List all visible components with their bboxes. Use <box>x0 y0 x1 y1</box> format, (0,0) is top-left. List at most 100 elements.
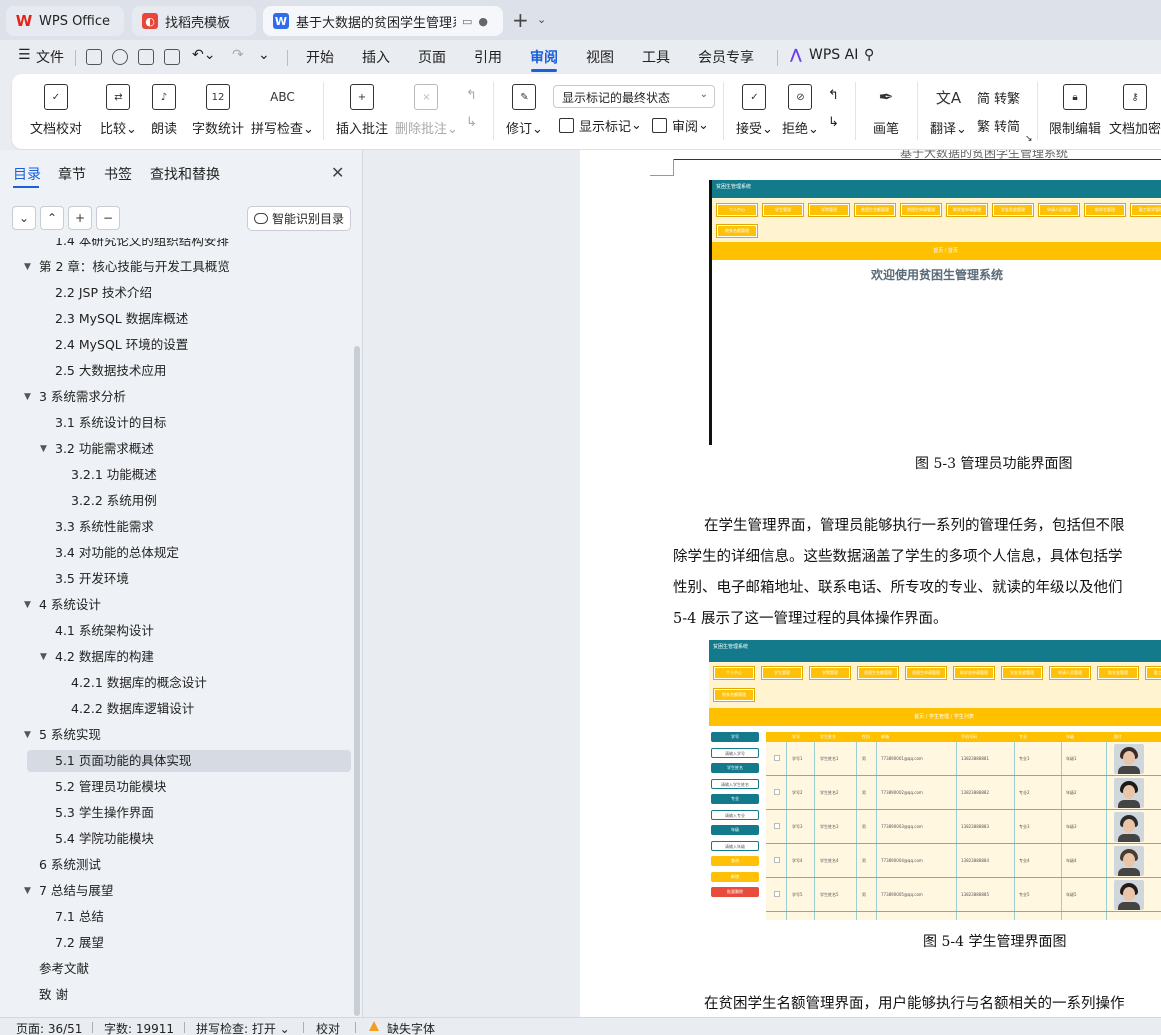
expand-down-icon[interactable]: ⌄ <box>12 206 36 230</box>
toc-item[interactable]: 3.1 系统设计的目标 <box>0 412 352 434</box>
expand-arrow-icon[interactable]: ▼ <box>24 880 31 902</box>
toc-item[interactable]: 参考文献 <box>0 958 352 980</box>
hamburger-icon[interactable]: ☰ <box>18 47 31 63</box>
accept-button[interactable]: ✓ 接受⌄ <box>736 84 773 142</box>
toc-item[interactable]: 2.4 MySQL 环境的设置 <box>0 334 352 356</box>
translate-button[interactable]: 文A 翻译⌄ <box>930 84 967 142</box>
review-pane-button[interactable]: 审阅 ⌄ <box>652 116 709 135</box>
expand-arrow-icon[interactable]: ▼ <box>24 594 31 616</box>
page-indicator[interactable]: 页面: 36/51 <box>16 1020 82 1035</box>
nav-tab-sections[interactable]: 章节 <box>58 164 86 184</box>
proofread-button[interactable]: ✓ 文档校对 <box>30 84 82 142</box>
word-count-indicator[interactable]: 字数: 19911 <box>104 1020 174 1035</box>
expand-arrow-icon[interactable]: ▼ <box>24 724 31 746</box>
menu-file[interactable]: 文件 <box>36 47 64 67</box>
nav-scrollbar[interactable] <box>354 346 360 1016</box>
print-icon[interactable] <box>138 49 154 65</box>
spell-check-status[interactable]: 拼写检查: 打开 ⌄ <box>196 1020 290 1035</box>
expand-arrow-icon[interactable]: ▼ <box>40 438 47 460</box>
menu-member[interactable]: 会员专享 <box>698 47 754 67</box>
delete-comment-button[interactable]: × 删除批注⌄ <box>395 84 458 142</box>
insert-comment-button[interactable]: + 插入批注 <box>336 84 388 142</box>
smart-toc-button[interactable]: 智能识别目录 <box>247 206 351 231</box>
document-page[interactable]: 基于大数据的贫困学生管理系统 贫困生管理系统 个人中心 学生管理 学院管理 贫困生名额… <box>580 150 1161 1017</box>
toc-item[interactable]: 3.2.1 功能概述 <box>0 464 352 486</box>
tab-docer-templates[interactable]: ◐ 找稻壳模板 <box>132 6 256 36</box>
toc-item[interactable]: 7.1 总结 <box>0 906 352 928</box>
nav-tab-bookmarks[interactable]: 书签 <box>104 164 132 184</box>
toc-item[interactable]: 5.3 学生操作界面 <box>0 802 352 824</box>
toc-item[interactable]: 5.4 学院功能模块 <box>0 828 352 850</box>
tab-current-document[interactable]: W 基于大数据的贫困学生管理系统 ▭ ● <box>263 6 503 36</box>
menu-home[interactable]: 开始 <box>306 47 334 67</box>
toc-item[interactable]: 4.2.1 数据库的概念设计 <box>0 672 352 694</box>
compare-button[interactable]: ⇄ 比较⌄ <box>100 84 137 142</box>
restrict-editing-button[interactable]: 🔒︎ 限制编辑 <box>1049 84 1101 142</box>
new-tab-plus-icon[interactable]: + <box>512 10 529 30</box>
toc-item[interactable]: 3.3 系统性能需求 <box>0 516 352 538</box>
toc-item[interactable]: 1.4 本研究论文的组织结构安排 <box>0 238 352 252</box>
expand-arrow-icon[interactable]: ▼ <box>24 386 31 408</box>
toc-item[interactable]: 4.2.2 数据库逻辑设计 <box>0 698 352 720</box>
toc-item[interactable]: ▼ 第 2 章：核心技能与开发工具概览 <box>0 256 352 278</box>
tab-wps-office[interactable]: W WPS Office <box>6 6 124 36</box>
menu-wps-ai[interactable]: WPS AI <box>809 47 858 63</box>
toc-item[interactable]: 5.2 管理员功能模块 <box>0 776 352 798</box>
toc-item[interactable]: 3.4 对功能的总体规定 <box>0 542 352 564</box>
toc-item[interactable]: 3.2.2 系统用例 <box>0 490 352 512</box>
to-traditional-button[interactable]: 简 转繁 <box>977 88 1020 107</box>
ink-button[interactable]: ✒ 画笔 <box>873 84 899 142</box>
quick-access-more-icon[interactable]: ⌄ <box>258 47 270 63</box>
toc-item[interactable]: 5.1 页面功能的具体实现 <box>0 750 352 772</box>
toc-item[interactable]: ▼ 4 系统设计 <box>0 594 352 616</box>
tab-list-chevron-icon[interactable]: ⌄ <box>537 13 546 26</box>
toc-item[interactable]: ▼ 3.2 功能需求概述 <box>0 438 352 460</box>
toc-item[interactable]: 6 系统测试 <box>0 854 352 876</box>
spell-check-button[interactable]: ABC 拼写检查⌄ <box>251 84 314 142</box>
previous-comment-icon[interactable]: ↰ <box>466 88 477 103</box>
track-changes-button[interactable]: ✎ 修订⌄ <box>506 84 543 142</box>
nav-tab-find-replace[interactable]: 查找和替换 <box>150 164 220 184</box>
search-icon[interactable]: ⚲ <box>864 47 874 63</box>
add-heading-icon[interactable]: + <box>68 206 92 230</box>
encrypt-button[interactable]: ⚷ 文档加密 <box>1109 84 1161 142</box>
toc-item[interactable]: 2.2 JSP 技术介绍 <box>0 282 352 304</box>
collapse-up-icon[interactable]: ⌃ <box>40 206 64 230</box>
word-count-button[interactable]: 12 字数统计 <box>192 84 244 142</box>
menu-review[interactable]: 审阅 <box>530 47 558 67</box>
missing-font-status[interactable]: 缺失字体 <box>387 1020 435 1035</box>
toc-item[interactable]: 2.5 大数据技术应用 <box>0 360 352 382</box>
previous-change-icon[interactable]: ↰ <box>828 88 839 103</box>
menu-tools[interactable]: 工具 <box>642 47 670 67</box>
toc-item[interactable]: ▼ 7 总结与展望 <box>0 880 352 902</box>
expand-arrow-icon[interactable]: ▼ <box>40 646 47 668</box>
show-markup-button[interactable]: 显示标记 ⌄ <box>559 116 642 135</box>
menu-page[interactable]: 页面 <box>418 47 446 67</box>
proof-status[interactable]: 校对 <box>316 1020 340 1035</box>
expand-arrow-icon[interactable]: ▼ <box>24 256 31 278</box>
toc-item[interactable]: 4.1 系统架构设计 <box>0 620 352 642</box>
nav-tab-toc[interactable]: 目录 <box>13 164 41 184</box>
print-preview-icon[interactable] <box>164 49 180 65</box>
save-icon[interactable] <box>86 49 102 65</box>
toc-item[interactable]: 致 谢 <box>0 984 352 1006</box>
markup-state-dropdown[interactable]: 显示标记的最终状态 ⌄ <box>553 85 715 108</box>
toc-item[interactable]: 2.3 MySQL 数据库概述 <box>0 308 352 330</box>
toc-item[interactable]: ▼ 5 系统实现 <box>0 724 352 746</box>
undo-icon[interactable]: ↶⌄ <box>192 47 215 63</box>
toc-item[interactable]: 3.5 开发环境 <box>0 568 352 590</box>
read-aloud-button[interactable]: ♪ 朗读 <box>151 84 177 142</box>
menu-view[interactable]: 视图 <box>586 47 614 67</box>
unsaved-dot-icon[interactable]: ● <box>478 15 488 28</box>
export-icon[interactable] <box>112 49 128 65</box>
toc-item[interactable]: ▼ 3 系统需求分析 <box>0 386 352 408</box>
menu-insert[interactable]: 插入 <box>362 47 390 67</box>
toc-item[interactable]: ▼ 4.2 数据库的构建 <box>0 646 352 668</box>
menu-references[interactable]: 引用 <box>474 47 502 67</box>
close-icon[interactable]: ✕ <box>331 163 344 182</box>
next-comment-icon[interactable]: ↳ <box>466 115 477 130</box>
redo-icon[interactable]: ↷ <box>232 47 244 63</box>
remove-heading-icon[interactable]: − <box>96 206 120 230</box>
to-simplified-button[interactable]: 繁 转简 <box>977 116 1020 135</box>
next-change-icon[interactable]: ↳ <box>828 115 839 130</box>
